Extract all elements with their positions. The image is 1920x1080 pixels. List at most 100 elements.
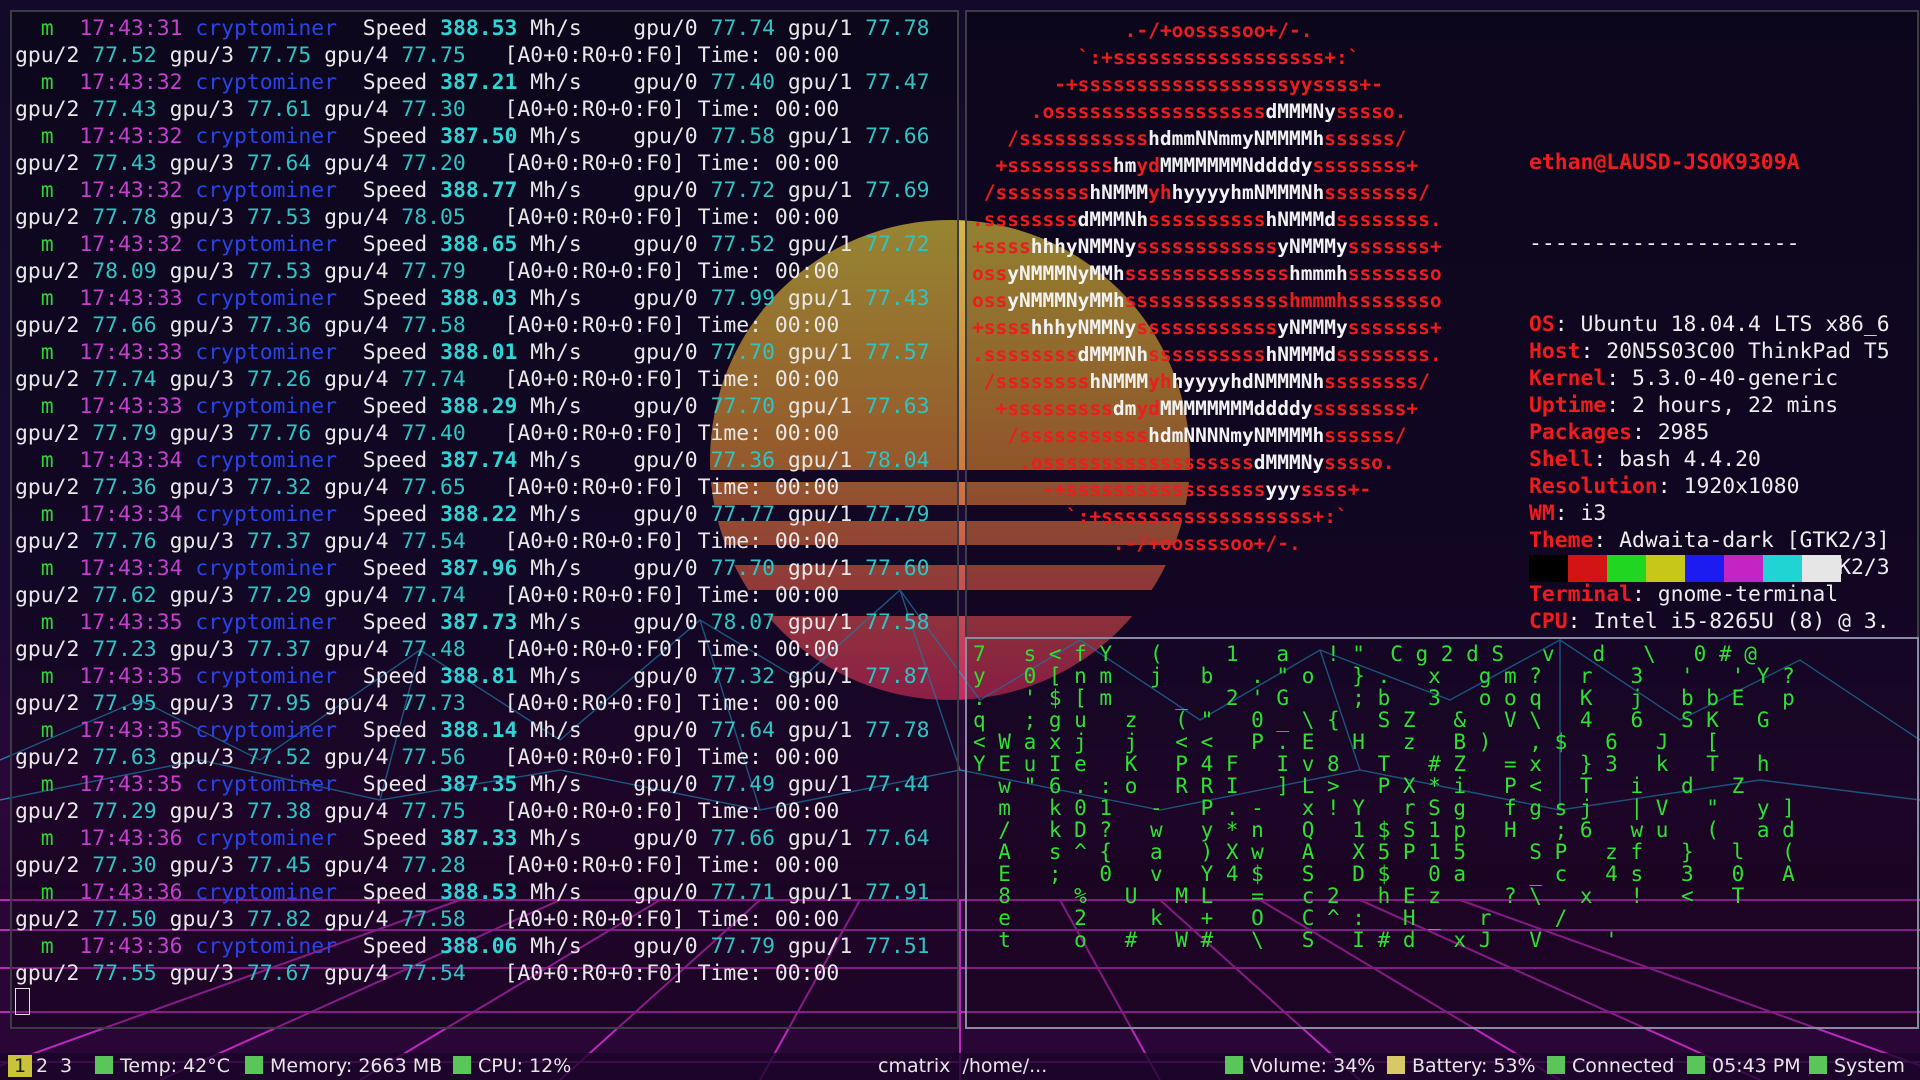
gpu1-temp: 77.69 xyxy=(865,178,930,203)
network-label: Connected xyxy=(1572,1055,1675,1077)
speed-unit: Mh/s xyxy=(530,70,582,95)
info-value: Ubuntu 18.04.4 LTS x86_6 xyxy=(1580,312,1890,337)
palette-swatch xyxy=(1763,555,1802,582)
cmatrix-terminal-window[interactable]: 7 s < f Y ( 1 a ! " C g 2 d S v d \ 0 # … xyxy=(965,637,1919,1029)
miner-name: cryptominer xyxy=(195,178,338,203)
miner-timestamp: 17:43:31 xyxy=(79,16,183,41)
miner-prefix: m xyxy=(40,772,54,797)
info-row: Terminal: gnome-terminal xyxy=(1529,582,1839,607)
logo-segment: yyy xyxy=(1265,478,1301,501)
battery-label: Battery: 53% xyxy=(1412,1055,1536,1077)
gpu1-temp: 77.78 xyxy=(865,16,930,41)
logo-segment: ssssssss/ xyxy=(1324,181,1430,204)
miner-name: cryptominer xyxy=(195,232,338,257)
miner-name: cryptominer xyxy=(195,556,338,581)
gpu3-temp: 77.38 xyxy=(246,799,312,824)
miner-line: m 17:43:31 cryptominer Speed 388.53 Mh/s… xyxy=(40,16,930,41)
workspace-2-button[interactable]: 2 xyxy=(30,1055,54,1077)
miner-timestamp: 17:43:36 xyxy=(79,880,183,905)
miner-name: cryptominer xyxy=(195,772,338,797)
logo-segment: hdmmNNmmyNMMMMh xyxy=(1148,127,1325,150)
logo-segment: dMMMNy xyxy=(1265,100,1336,123)
logo-line: .ossssssssssssssssssdMMMNysssso. xyxy=(972,98,1442,125)
logo-line: `:+ssssssssssssssssss+:` xyxy=(972,44,1442,71)
gpu3-temp: 77.45 xyxy=(246,853,312,878)
miner-name: cryptominer xyxy=(195,16,338,41)
gpu3-temp: 77.52 xyxy=(246,745,312,770)
gpu4-temp: 77.65 xyxy=(401,475,466,500)
workspace-3-button[interactable]: 3 xyxy=(54,1055,78,1077)
gpu3-temp: 77.37 xyxy=(246,637,312,662)
info-key: Packages xyxy=(1529,420,1633,445)
logo-line: +sssshhhyNMMNyssssssssssssyNMMMysssssss+ xyxy=(972,314,1442,341)
workspace-1-button[interactable]: 1 xyxy=(8,1055,33,1077)
speed-value: 388.53 xyxy=(440,880,518,905)
gpu0-temp: 77.58 xyxy=(710,124,775,149)
ubuntu-ascii-logo: .-/+oossssoo+/-. `:+ssssssssssssssssss+:… xyxy=(972,17,1442,557)
speed-value: 388.29 xyxy=(440,394,518,419)
status-square-icon xyxy=(245,1056,263,1074)
status-suffix: [A0+0:R0+0:F0] Time: 00:00 xyxy=(504,205,840,230)
gpu0-temp: 78.07 xyxy=(710,610,775,635)
miner-output: m 17:43:31 cryptominer Speed 388.53 Mh/s… xyxy=(15,15,930,1015)
gpu3-temp: 77.76 xyxy=(246,421,312,446)
miner-terminal-window[interactable]: m 17:43:31 cryptominer Speed 388.53 Mh/s… xyxy=(10,10,959,1029)
gpu3-temp: 77.36 xyxy=(246,313,312,338)
gpu1-temp: 77.60 xyxy=(865,556,930,581)
logo-segment: sssssss+ xyxy=(1347,316,1442,339)
speed-label: Speed xyxy=(362,394,428,419)
info-value: 2 hours, 22 mins xyxy=(1632,393,1839,418)
window-title: cmatrix /home/... xyxy=(878,1055,1048,1077)
logo-line: /ssssssssssshdmmNNmmyNMMMMhssssss/ xyxy=(972,125,1442,152)
gpu1-temp: 77.43 xyxy=(865,286,930,311)
status-suffix: [A0+0:R0+0:F0] Time: 00:00 xyxy=(504,151,840,176)
cursor-block[interactable] xyxy=(15,988,30,1015)
speed-label: Speed xyxy=(362,880,428,905)
logo-segment: /ssssssss xyxy=(972,181,1090,204)
logo-segment: yh xyxy=(1148,181,1172,204)
info-row: OS: Ubuntu 18.04.4 LTS x86_6 xyxy=(1529,312,1890,337)
palette-swatch xyxy=(1724,555,1763,582)
logo-segment: sssssssssssssshmmmhssssssso xyxy=(1124,289,1442,312)
logo-segment: hNMMM xyxy=(1089,370,1149,393)
logo-segment: .ossssssssssssssssss xyxy=(972,451,1254,474)
speed-unit: Mh/s xyxy=(530,232,582,257)
matrix-row: A s ^ { a ) X w A X 5 P 1 5 S P z f } l … xyxy=(973,840,1795,864)
logo-line: /sssssssshNMMMyhhyyyyhmNMMMNhssssssss/ xyxy=(972,179,1442,206)
status-suffix: [A0+0:R0+0:F0] Time: 00:00 xyxy=(504,637,840,662)
logo-segment: .ssssssss xyxy=(972,208,1078,231)
info-value: 20N5S03C00 ThinkPad T5 xyxy=(1606,339,1890,364)
info-value: i3 xyxy=(1580,501,1607,526)
logo-segment: ssssssssss xyxy=(1148,208,1266,231)
miner-line: gpu/2 77.36 gpu/3 77.32 gpu/4 77.65 [A0+… xyxy=(15,475,840,500)
gpu1-temp: 77.79 xyxy=(865,502,930,527)
miner-timestamp: 17:43:35 xyxy=(79,610,183,635)
miner-name: cryptominer xyxy=(195,934,338,959)
neofetch-terminal-window[interactable]: .-/+oossssoo+/-. `:+ssssssssssssssssss+:… xyxy=(965,10,1919,639)
miner-prefix: m xyxy=(40,664,54,689)
gpu2-temp: 77.79 xyxy=(92,421,157,446)
miner-timestamp: 17:43:35 xyxy=(79,772,183,797)
speed-unit: Mh/s xyxy=(530,772,582,797)
info-key: Uptime xyxy=(1529,393,1607,418)
miner-line: m 17:43:35 cryptominer Speed 388.14 Mh/s… xyxy=(40,718,930,743)
logo-segment: yh xyxy=(1148,370,1172,393)
palette-swatch xyxy=(1646,555,1685,582)
miner-prefix: m xyxy=(40,880,54,905)
temp-block: Temp: 42°C xyxy=(95,1055,230,1077)
logo-segment: +sssssssss xyxy=(972,397,1113,420)
network-block: Connected xyxy=(1547,1055,1674,1077)
miner-timestamp: 17:43:34 xyxy=(79,502,183,527)
speed-label: Speed xyxy=(362,934,428,959)
miner-line: gpu/2 77.43 gpu/3 77.64 gpu/4 77.20 [A0+… xyxy=(15,151,840,176)
gpu1-temp: 77.66 xyxy=(865,124,930,149)
miner-line: m 17:43:35 cryptominer Speed 388.81 Mh/s… xyxy=(40,664,930,689)
miner-line: gpu/2 77.23 gpu/3 77.37 gpu/4 77.48 [A0+… xyxy=(15,637,840,662)
miner-line: m 17:43:35 cryptominer Speed 387.73 Mh/s… xyxy=(40,610,930,635)
logo-segment: ssssss/ xyxy=(1324,424,1407,447)
gpu0-temp: 77.64 xyxy=(710,718,775,743)
system-block[interactable]: System xyxy=(1809,1055,1905,1077)
speed-value: 388.77 xyxy=(440,178,518,203)
miner-name: cryptominer xyxy=(195,718,338,743)
gpu3-temp: 77.32 xyxy=(246,475,312,500)
